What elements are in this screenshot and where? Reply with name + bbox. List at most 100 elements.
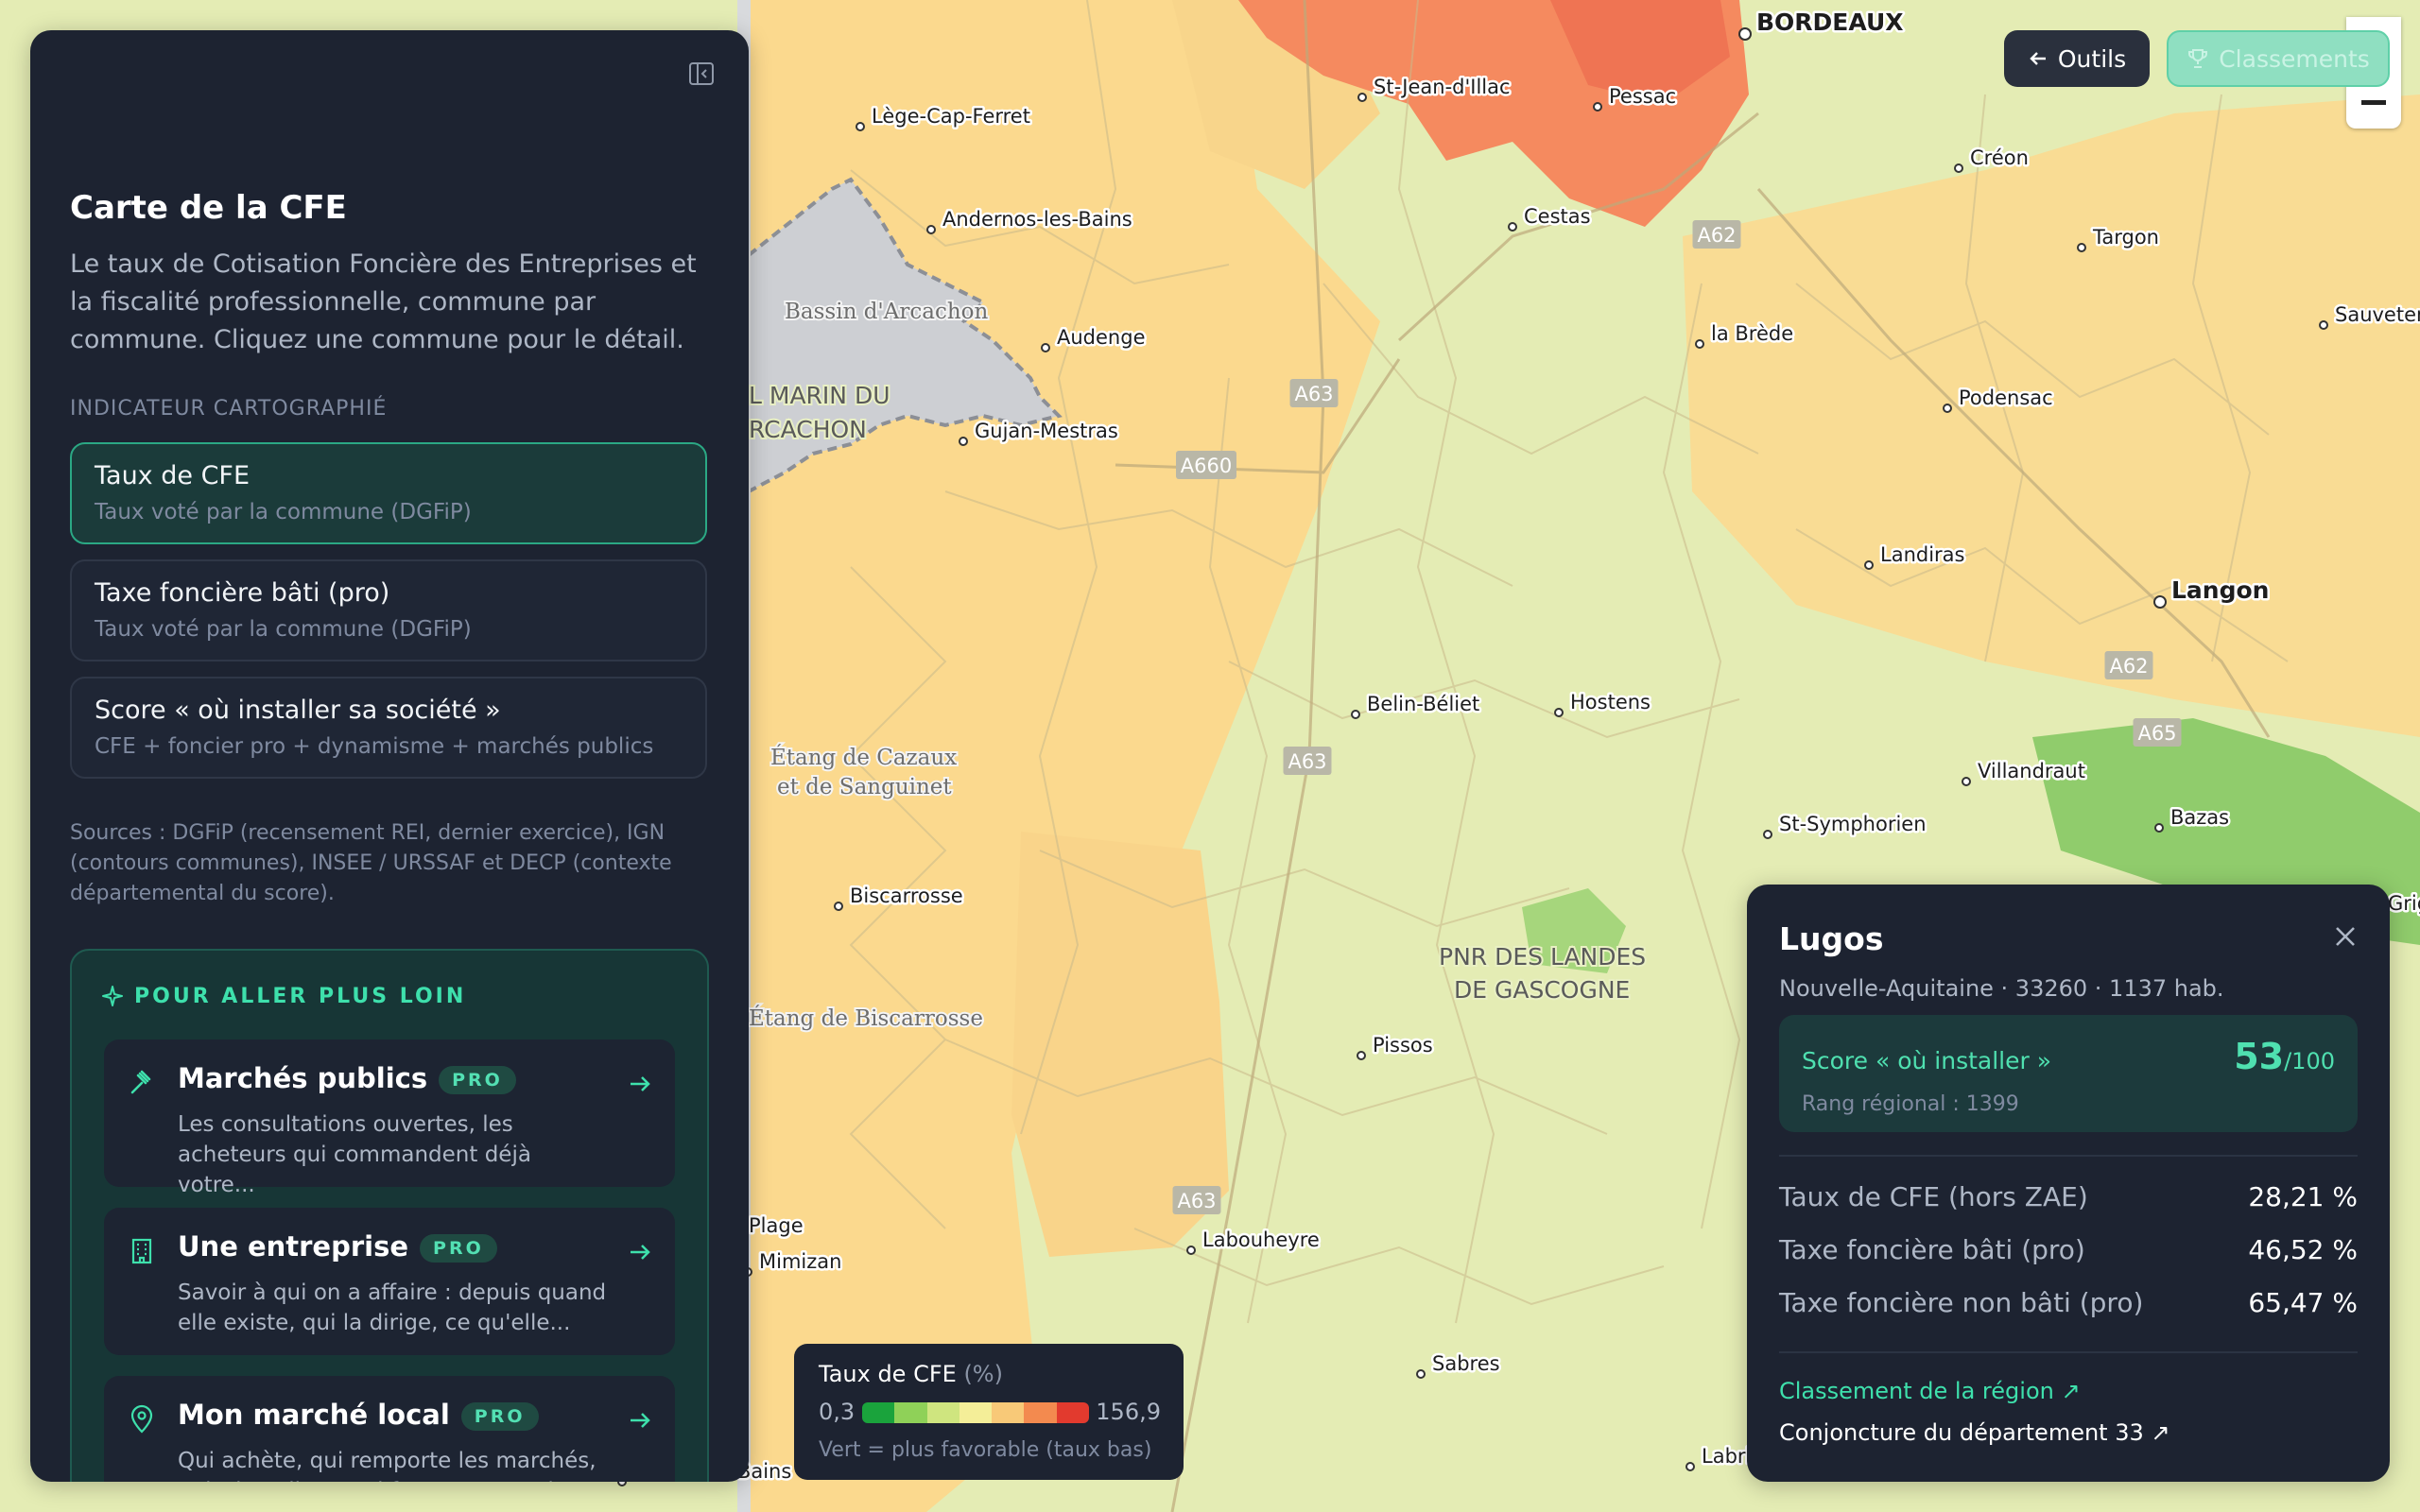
tools-button[interactable]: Outils bbox=[2004, 30, 2150, 87]
place-label: Audenge bbox=[1057, 326, 1146, 349]
collapse-panel-icon[interactable] bbox=[688, 60, 715, 87]
water-label: Bassin d'Arcachon bbox=[785, 300, 988, 324]
map-place[interactable]: Gujan-Mestras bbox=[959, 418, 1120, 446]
road-shield-label: A65 bbox=[2137, 722, 2176, 745]
rankings-button[interactable]: Classements bbox=[2167, 30, 2390, 87]
legend-swatch bbox=[894, 1402, 927, 1423]
tax-row: Taxe foncière bâti (pro) 46,52 % bbox=[1779, 1234, 2358, 1265]
legend-swatch bbox=[926, 1402, 959, 1423]
place-marker bbox=[1554, 708, 1564, 717]
sources-note: Sources : DGFiP (recensement REI, dernie… bbox=[70, 821, 672, 905]
place-label: Pissos bbox=[1373, 1034, 1433, 1057]
place-marker bbox=[1685, 1462, 1695, 1471]
map-legend: Taux de CFE (%) 0,3 156,9 Vert = plus fa… bbox=[794, 1344, 1184, 1480]
place-marker bbox=[1738, 27, 1752, 41]
place-label: Gujan-Mestras bbox=[975, 420, 1118, 442]
indicator-subtitle: Taux voté par la commune (DGFiP) bbox=[95, 500, 472, 524]
indicator-option-tax-fonciere[interactable]: Taxe foncière bâti (pro) Taux voté par l… bbox=[70, 559, 707, 662]
tax-value: 65,47 % bbox=[2248, 1287, 2358, 1318]
map-place[interactable]: Lège-Cap-Ferret bbox=[856, 103, 1032, 131]
place-marker bbox=[1508, 222, 1517, 232]
legend-title: Taux de CFE (%) bbox=[819, 1361, 1003, 1387]
zoom-out-icon[interactable] bbox=[2361, 100, 2386, 105]
place-label: Sabres bbox=[1432, 1352, 1500, 1375]
map-place[interactable]: Labouheyre bbox=[1186, 1227, 1322, 1255]
area-label: RCACHON bbox=[749, 416, 867, 443]
place-label: BORDEAUX bbox=[1756, 9, 1904, 36]
place-label: Villandraut bbox=[1978, 760, 2085, 782]
water-label: Étang de Biscarrosse bbox=[749, 1005, 983, 1031]
place-marker bbox=[1962, 777, 1971, 786]
place-label: Lège-Cap-Ferret bbox=[872, 105, 1030, 128]
further-heading: POUR ALLER PLUS LOIN bbox=[100, 985, 466, 1009]
map-place[interactable]: Biscarrosse bbox=[834, 883, 965, 911]
map-place[interactable]: Langon bbox=[2153, 575, 2272, 609]
map-place[interactable]: Andernos-les-Bains bbox=[926, 206, 1134, 234]
further-card-marche-local[interactable]: Mon marché local PRO Qui achète, qui remp… bbox=[104, 1376, 675, 1482]
water-label: Étang de Cazaux bbox=[770, 745, 957, 770]
place-label: Mimizan bbox=[759, 1250, 841, 1273]
score-max: /100 bbox=[2284, 1048, 2335, 1074]
place-label: St-Jean-d'Illac bbox=[1374, 76, 1511, 98]
map-place[interactable]: Belin-Béliet bbox=[1351, 691, 1482, 719]
arrow-right-icon bbox=[631, 1413, 650, 1428]
building-icon bbox=[131, 1238, 152, 1264]
location-pin-icon bbox=[130, 1404, 153, 1434]
legend-swatch bbox=[862, 1402, 895, 1423]
commune-meta: Nouvelle-Aquitaine · 33260 · 1137 hab. bbox=[1779, 975, 2224, 1002]
map-place[interactable]: Landiras bbox=[1864, 541, 1967, 570]
indicator-title: Score « où installer sa société » bbox=[95, 696, 501, 725]
road-shield: A63 bbox=[1283, 747, 1332, 775]
sparkle-icon bbox=[102, 986, 123, 1006]
legend-unit: (%) bbox=[963, 1361, 1003, 1387]
place-marker bbox=[1041, 343, 1050, 352]
map-place[interactable]: Sauveterr bbox=[2319, 301, 2420, 330]
place-marker bbox=[2077, 243, 2086, 252]
legend-swatch bbox=[1056, 1402, 1089, 1423]
further-card-marches-publics[interactable]: Marchés publics PRO Les consultations ouv… bbox=[104, 1040, 675, 1197]
commune-name: Lugos bbox=[1779, 920, 1884, 957]
further-card-title: Marchés publics PRO bbox=[178, 1062, 516, 1094]
further-heading-text: POUR ALLER PLUS LOIN bbox=[134, 985, 467, 1008]
place-marker bbox=[1416, 1369, 1426, 1379]
place-label: St-Symphorien bbox=[1779, 813, 1927, 835]
further-card-title: Une entreprise PRO bbox=[178, 1230, 497, 1263]
place-marker bbox=[1357, 1051, 1366, 1060]
area-label: L MARIN DU bbox=[749, 382, 890, 409]
place-marker bbox=[856, 122, 865, 131]
road-shield: A660 bbox=[1176, 451, 1236, 479]
place-marker bbox=[1695, 339, 1704, 349]
indicator-subtitle: CFE + foncier pro + dynamisme + marchés … bbox=[95, 734, 654, 759]
place-label: Hostens bbox=[1570, 691, 1651, 713]
place-label: Andernos-les-Bains bbox=[942, 208, 1132, 231]
further-card-entreprise[interactable]: Une entreprise PRO Savoir à qui on a affa… bbox=[104, 1208, 675, 1355]
divider bbox=[1779, 1351, 2358, 1353]
close-icon[interactable] bbox=[2333, 924, 2358, 949]
further-card-title: Mon marché local PRO bbox=[178, 1399, 539, 1431]
score-label: Score « où installer » bbox=[1802, 1047, 2052, 1074]
map-place[interactable]: Podensac bbox=[1943, 385, 2055, 413]
place-label: Labouheyre bbox=[1202, 1228, 1320, 1251]
department-conjoncture-link[interactable]: Conjoncture du département 33 ↗ bbox=[1779, 1419, 2170, 1446]
map-place[interactable]: Villandraut bbox=[1962, 758, 2087, 786]
trophy-icon bbox=[2188, 49, 2208, 68]
indicator-option-cfe[interactable]: Taux de CFE Taux voté par la commune (DG… bbox=[70, 442, 707, 544]
region-ranking-link[interactable]: Classement de la région ↗ bbox=[1779, 1378, 2081, 1404]
map-place[interactable]: St-Symphorien bbox=[1763, 811, 1928, 839]
map-place[interactable]: Hostens bbox=[1554, 689, 1652, 717]
map-place[interactable]: BORDEAUX bbox=[1738, 7, 1906, 41]
panel-description: Le taux de Cotisation Foncière des Entre… bbox=[70, 249, 697, 354]
indicator-option-score[interactable]: Score « où installer sa société » CFE + … bbox=[70, 677, 707, 779]
place-marker bbox=[2154, 823, 2164, 833]
place-marker bbox=[1864, 560, 1874, 570]
indicator-section-label: INDICATEUR CARTOGRAPHIÉ bbox=[70, 397, 388, 421]
pro-badge: PRO bbox=[460, 1402, 539, 1431]
map-place[interactable]: Mimizan bbox=[743, 1248, 844, 1277]
map-place[interactable]: la Brède bbox=[1695, 320, 1796, 349]
pro-badge: PRO bbox=[439, 1066, 516, 1094]
place-label: Langon bbox=[2171, 576, 2269, 604]
map-place[interactable]: St-Jean-d'Illac bbox=[1357, 74, 1512, 102]
area-label: PNR DES LANDES bbox=[1439, 943, 1646, 971]
map-place[interactable]: Audenge bbox=[1041, 324, 1148, 352]
arrow-right-icon bbox=[631, 1245, 650, 1260]
